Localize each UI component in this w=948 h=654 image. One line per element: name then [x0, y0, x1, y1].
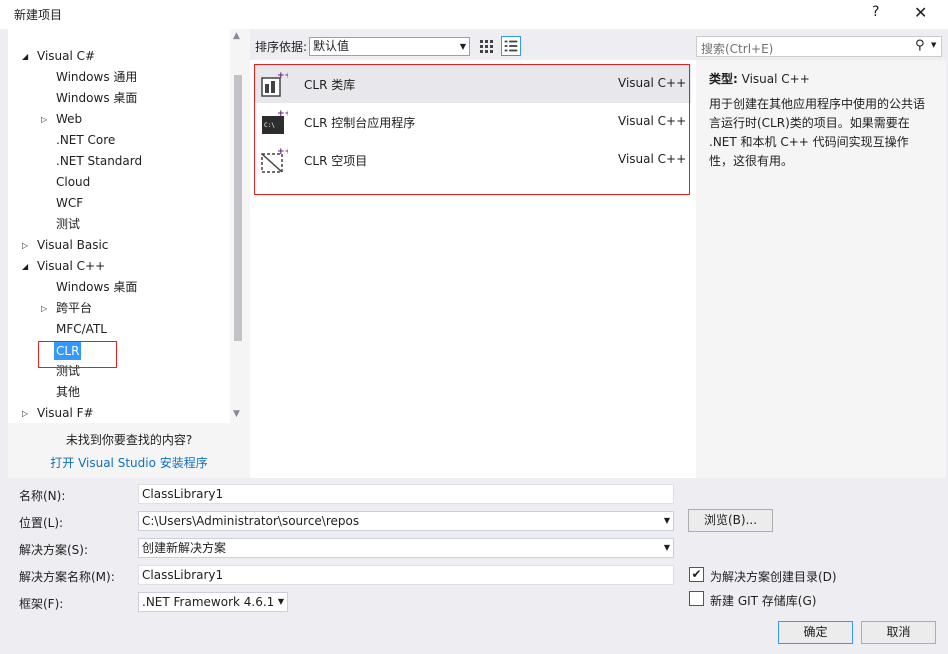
template-category-panel: ◢ Visual C# Windows 通用 Windows 桌面 ▷ Web …: [8, 29, 250, 478]
ok-button[interactable]: 确定: [778, 621, 853, 644]
tree-item-visual-cpp[interactable]: Visual C++: [37, 256, 105, 277]
solution-name-label: 解决方案名称(M):: [19, 570, 115, 584]
search-icon[interactable]: ⚲: [915, 38, 925, 53]
solution-name-field[interactable]: ClassLibrary1: [138, 565, 674, 585]
solution-label: 解决方案(S):: [19, 543, 89, 557]
expand-toggle-icon[interactable]: ▷: [41, 298, 51, 319]
chevron-down-icon: ▼: [663, 543, 670, 552]
tree-item-visual-basic[interactable]: Visual Basic: [37, 235, 108, 256]
tree-item-visual-fsharp[interactable]: Visual F#: [37, 403, 94, 423]
type-value: Visual C++: [741, 72, 810, 86]
list-view-icon[interactable]: [501, 36, 521, 56]
name-value: ClassLibrary1: [142, 487, 224, 501]
new-git-repo-checkbox[interactable]: [689, 591, 704, 606]
search-placeholder: 搜索(Ctrl+E): [701, 42, 774, 56]
type-label: 类型:: [709, 72, 738, 86]
cancel-button[interactable]: 取消: [861, 621, 936, 644]
tree-item-visual-csharp[interactable]: Visual C#: [37, 46, 95, 67]
chevron-down-icon: ▼: [663, 516, 670, 525]
tree-scrollbar[interactable]: ▲ ▼: [230, 29, 246, 423]
description-panel: 类型: Visual C++ 用于创建在其他应用程序中使用的公共语言运行时(CL…: [696, 60, 946, 478]
window-title: 新建项目: [14, 8, 63, 22]
create-directory-label[interactable]: 为解决方案创建目录(D): [710, 568, 837, 585]
expand-toggle-icon[interactable]: ▷: [41, 109, 51, 130]
tree-item-cross-platform[interactable]: 跨平台: [56, 298, 92, 319]
tree-item-windows-desktop[interactable]: Windows 桌面: [56, 88, 137, 109]
sort-dropdown[interactable]: 默认值 ▼: [309, 37, 470, 56]
tree-item-cloud[interactable]: Cloud: [56, 172, 90, 193]
category-tree: ◢ Visual C# Windows 通用 Windows 桌面 ▷ Web …: [8, 29, 230, 423]
sort-toolbar: 排序依据: 默认值 ▼: [250, 29, 696, 60]
close-button[interactable]: ✕: [914, 3, 927, 22]
expand-toggle-icon[interactable]: ◢: [22, 46, 32, 67]
search-box[interactable]: 搜索(Ctrl+E) ⚲ ▼: [696, 36, 942, 57]
open-installer-link[interactable]: 打开 Visual Studio 安装程序: [8, 454, 250, 471]
name-label: 名称(N):: [19, 489, 66, 503]
description-text: 用于创建在其他应用程序中使用的公共语言运行时(CLR)类的项目。如果需要在 .N…: [709, 97, 926, 168]
collapse-toggle-icon[interactable]: ◢: [22, 256, 32, 277]
sort-label: 排序依据:: [255, 40, 308, 54]
project-settings-form: 名称(N): ClassLibrary1 位置(L): C:\Users\Adm…: [8, 478, 948, 654]
solution-dropdown[interactable]: 创建新解决方案 ▼: [138, 538, 674, 558]
framework-label: 框架(F):: [19, 597, 64, 611]
create-directory-checkbox[interactable]: ✔: [689, 567, 704, 582]
help-button[interactable]: ?: [872, 4, 879, 20]
framework-dropdown[interactable]: .NET Framework 4.6.1 ▼: [138, 592, 288, 612]
expand-toggle-icon[interactable]: ▷: [22, 235, 32, 256]
sort-value: 默认值: [313, 39, 350, 53]
tree-item-windows-desktop-cpp[interactable]: Windows 桌面: [56, 277, 137, 298]
tree-item-windows-universal[interactable]: Windows 通用: [56, 67, 137, 88]
grid-view-icon[interactable]: [478, 38, 494, 54]
location-field[interactable]: C:\Users\Administrator\source\repos ▼: [138, 511, 674, 531]
solution-name-value: ClassLibrary1: [142, 568, 224, 582]
framework-value: .NET Framework 4.6.1: [142, 595, 275, 609]
tree-item-test[interactable]: 测试: [56, 214, 80, 235]
tree-item-mfc-atl[interactable]: MFC/ATL: [56, 319, 107, 340]
name-field[interactable]: ClassLibrary1: [138, 484, 674, 504]
tree-item-other[interactable]: 其他: [56, 382, 80, 403]
tree-item-net-core[interactable]: .NET Core: [56, 130, 115, 151]
location-value: C:\Users\Administrator\source\repos: [142, 514, 360, 528]
solution-value: 创建新解决方案: [142, 541, 227, 555]
type-line: 类型: Visual C++: [709, 70, 810, 87]
chevron-down-icon: ▼: [277, 597, 284, 606]
not-found-text: 未找到你要查找的内容?: [65, 433, 193, 447]
tree-item-web[interactable]: Web: [56, 109, 82, 130]
highlight-box: [254, 64, 690, 195]
tree-item-net-standard[interactable]: .NET Standard: [56, 151, 142, 172]
chevron-down-icon: ▼: [459, 42, 466, 51]
chevron-down-icon[interactable]: ▼: [931, 41, 936, 49]
highlight-box: [38, 341, 117, 368]
location-label: 位置(L):: [19, 516, 64, 530]
new-git-repo-label[interactable]: 新建 GIT 存储库(G): [710, 592, 816, 609]
scroll-down-icon[interactable]: ▼: [233, 409, 240, 419]
template-list: ++ CLR 类库 Visual C++ C:\ ++ CLR 控制台应用程序 …: [250, 60, 696, 478]
tree-item-wcf[interactable]: WCF: [56, 193, 83, 214]
browse-button[interactable]: 浏览(B)...: [688, 509, 773, 532]
title-bar: 新建项目 ? ✕: [0, 0, 948, 29]
scroll-up-icon[interactable]: ▲: [233, 31, 240, 41]
scroll-thumb[interactable]: [234, 75, 242, 341]
expand-toggle-icon[interactable]: ▷: [22, 403, 32, 423]
